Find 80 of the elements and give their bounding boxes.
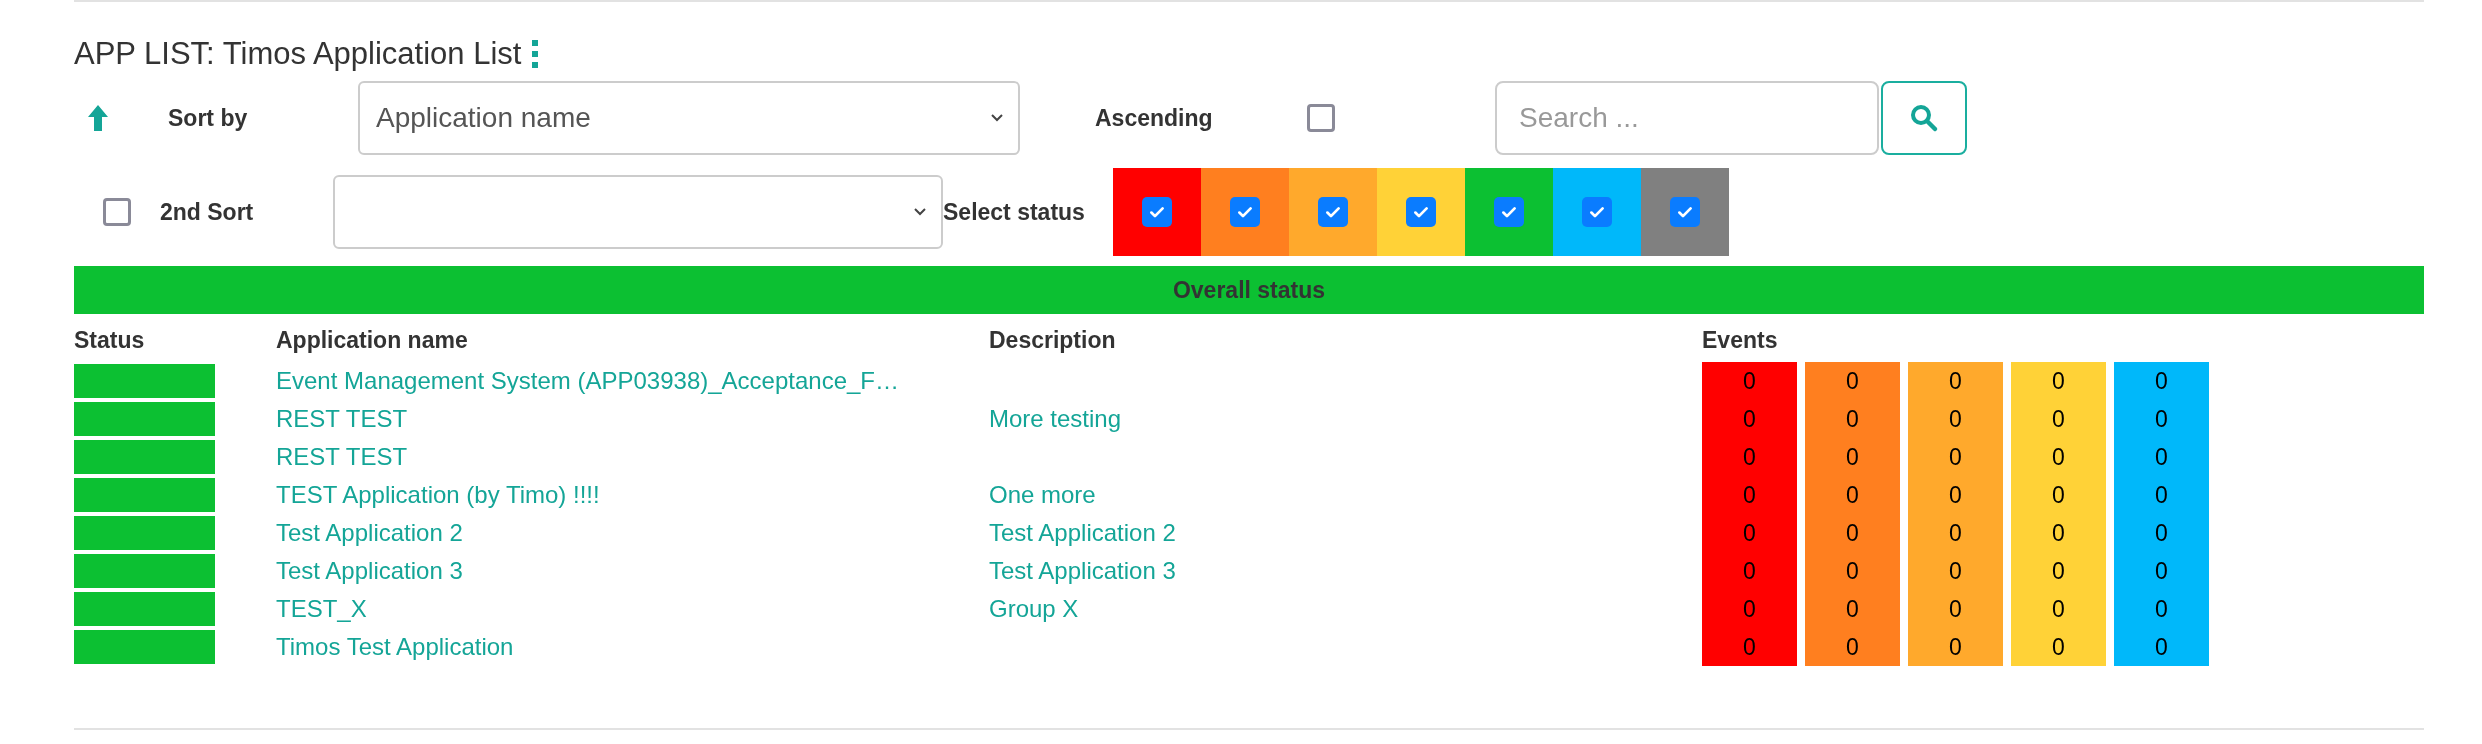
event-count-cell: 0 [2114, 438, 2209, 476]
sort-direction-arrow-icon[interactable] [86, 103, 110, 133]
event-count-cell: 0 [2011, 362, 2106, 400]
column-header: Application name [276, 327, 469, 354]
event-count-cell: 0 [2114, 362, 2209, 400]
application-link[interactable]: Test Application 2 [276, 519, 463, 546]
event-count-cell: 0 [1908, 438, 2003, 476]
event-count-cell: 0 [1702, 476, 1797, 514]
description-link[interactable]: More testing [989, 405, 1122, 432]
status-checkbox[interactable] [1230, 197, 1260, 227]
event-count-cell: 0 [1908, 590, 2003, 628]
event-count-cell: 0 [2114, 400, 2209, 438]
second-sort-checkbox[interactable] [103, 198, 131, 226]
event-count-cell: 0 [1702, 514, 1797, 552]
event-count-cell: 0 [1805, 514, 1900, 552]
event-count-cell: 0 [2011, 628, 2106, 666]
event-count-cell: 0 [1805, 628, 1900, 666]
event-count-cell: 0 [1908, 628, 2003, 666]
event-count-cell: 0 [1702, 438, 1797, 476]
event-count-cell: 0 [2011, 438, 2106, 476]
select-status-label: Select status [943, 198, 1086, 226]
column-header: Events [1702, 327, 1778, 354]
event-count-cell: 0 [2114, 476, 2209, 514]
application-link[interactable]: TEST Application (by Timo) !!!! [276, 481, 600, 508]
event-count-cell: 0 [1805, 438, 1900, 476]
event-count-cell: 0 [2011, 476, 2106, 514]
event-count-cell: 0 [2114, 628, 2209, 666]
caret-icon [913, 207, 927, 217]
event-count-cell: 0 [1805, 590, 1900, 628]
application-link[interactable]: Event Management System (APP03938)_Acceptance_F… [276, 367, 899, 394]
event-count-cell: 0 [2011, 552, 2106, 590]
search-field[interactable]: Search ... [1495, 81, 1879, 155]
event-count-cell: 0 [1908, 514, 2003, 552]
status-checkbox[interactable] [1142, 197, 1172, 227]
event-count-cell: 0 [1702, 590, 1797, 628]
event-count-cell: 0 [2114, 590, 2209, 628]
application-link[interactable]: Test Application 3 [276, 557, 463, 584]
status-checkbox[interactable] [1670, 197, 1700, 227]
ascending-label: Ascending [1095, 104, 1214, 132]
event-count-cell: 0 [1702, 628, 1797, 666]
status-checkbox[interactable] [1406, 197, 1436, 227]
event-count-cell: 0 [2011, 590, 2106, 628]
event-count-cell: 0 [2114, 514, 2209, 552]
event-count-cell: 0 [1702, 362, 1797, 400]
ascending-checkbox[interactable] [1307, 104, 1335, 132]
event-count-cell: 0 [1702, 552, 1797, 590]
status-checkbox[interactable] [1582, 197, 1612, 227]
description-link[interactable]: Group X [989, 595, 1079, 622]
event-count-cell: 0 [2114, 552, 2209, 590]
column-header: Status [74, 327, 146, 354]
second-sort-label: 2nd Sort [160, 198, 255, 226]
event-count-cell: 0 [2011, 400, 2106, 438]
event-count-cell: 0 [1702, 400, 1797, 438]
sort-by-label: Sort by [168, 104, 249, 132]
event-count-cell: 0 [1805, 362, 1900, 400]
event-count-cell: 0 [1805, 400, 1900, 438]
overall-status-bar: Overall status [74, 266, 2424, 314]
description-link[interactable]: One more [989, 481, 1096, 508]
description-link[interactable]: Test Application 3 [989, 557, 1176, 584]
search-button[interactable] [1881, 81, 1967, 155]
search-icon [1909, 103, 1939, 133]
event-count-cell: 0 [1908, 552, 2003, 590]
caret-icon [990, 113, 1004, 123]
event-count-cell: 0 [1908, 362, 2003, 400]
event-count-cell: 0 [1805, 476, 1900, 514]
status-checkbox[interactable] [1494, 197, 1524, 227]
sort-select[interactable]: Application name [358, 81, 1020, 155]
description-link[interactable]: Test Application 2 [989, 519, 1176, 546]
event-count-cell: 0 [1908, 476, 2003, 514]
kebab-menu-icon[interactable] [531, 39, 540, 69]
event-count-cell: 0 [1908, 400, 2003, 438]
application-link[interactable]: Timos Test Application [276, 633, 514, 660]
event-count-cell: 0 [2011, 514, 2106, 552]
application-link[interactable]: TEST_X [276, 595, 367, 622]
event-count-cell: 0 [1805, 552, 1900, 590]
status-checkbox[interactable] [1318, 197, 1348, 227]
application-link[interactable]: REST TEST [276, 443, 408, 470]
page-title: APP LIST: Timos Application List [74, 36, 522, 72]
application-link[interactable]: REST TEST [276, 405, 408, 432]
column-header: Description [989, 327, 1117, 354]
